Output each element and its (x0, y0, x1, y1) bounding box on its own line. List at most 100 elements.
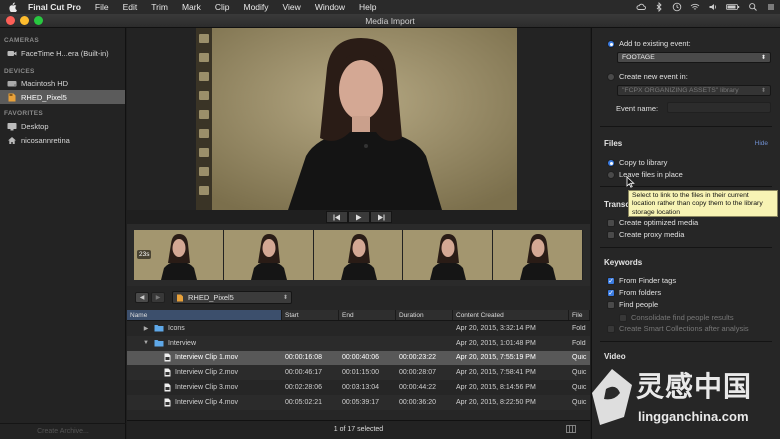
sidebar-item-facetime[interactable]: FaceTime H...era (Built-in) (0, 46, 125, 60)
consolidate-label: Consolidate find people results (631, 313, 734, 322)
filmstrip-area: 23s (127, 224, 590, 286)
menu-edit[interactable]: Edit (123, 2, 138, 12)
leave-files-in-place-radio[interactable]: Leave files in place (607, 170, 683, 179)
table-row[interactable]: Interview Clip 4.mov 00:05:02:21 00:05:3… (127, 394, 590, 410)
spotlight-icon[interactable] (748, 2, 758, 12)
table-row[interactable]: Interview Clip 1.mov 00:00:16:08 00:00:4… (127, 350, 590, 366)
row-start: 00:05:02:21 (285, 398, 322, 406)
apple-icon[interactable] (6, 1, 18, 13)
row-name: Interview (168, 339, 197, 347)
create-optimized-media-checkbox[interactable]: Create optimized media (607, 218, 698, 227)
clip-duration-badge: 23s (137, 250, 152, 259)
home-icon (8, 136, 16, 144)
previous-frame-button[interactable] (325, 211, 348, 223)
table-row[interactable]: Interview Clip 3.mov 00:02:28:06 00:03:1… (127, 380, 590, 395)
table-row[interactable]: ▼ Interview Apr 20, 2015, 1:01:48 PM Fol… (127, 335, 590, 351)
forward-button[interactable]: ▶ (151, 292, 165, 303)
leave-files-tooltip: Select to link to the files in their cur… (628, 190, 778, 217)
row-duration: 00:00:44:22 (399, 384, 436, 392)
sidebar-item-label: nicosannretina (21, 135, 70, 145)
checkbox-unchecked-icon (607, 300, 615, 309)
column-header-end[interactable]: End (339, 310, 396, 320)
row-start: 00:00:16:08 (285, 354, 322, 362)
row-created: Apr 20, 2015, 7:55:19 PM (456, 354, 536, 362)
row-name: Interview Clip 4.mov (175, 398, 239, 406)
location-label: RHED_Pixel5 (188, 293, 234, 302)
bluetooth-icon[interactable] (654, 2, 664, 12)
row-name: Icons (168, 324, 185, 332)
existing-event-popup[interactable]: FOOTAGE ⬍ (617, 52, 771, 63)
row-end: 00:03:13:04 (342, 384, 379, 392)
smart-collections-checkbox[interactable]: Create Smart Collections after analysis (607, 324, 749, 333)
column-header-duration[interactable]: Duration (396, 310, 453, 320)
back-button[interactable]: ◀ (135, 292, 149, 303)
row-duration: 00:00:36:20 (399, 398, 436, 406)
consolidate-people-checkbox[interactable]: Consolidate find people results (619, 313, 734, 322)
row-start: 00:00:46:17 (285, 369, 322, 377)
menu-mark[interactable]: Mark (182, 2, 201, 12)
cloud-icon[interactable] (636, 2, 646, 12)
disclosure-open-icon[interactable]: ▼ (142, 340, 150, 346)
sidebar-item-macintosh-hd[interactable]: Macintosh HD (0, 76, 125, 90)
battery-icon[interactable] (726, 2, 740, 12)
volume-icon[interactable] (708, 2, 718, 12)
menu-view[interactable]: View (283, 2, 301, 12)
new-event-library-popup[interactable]: "FCPX ORGANIZING ASSETS" library ⬍ (617, 85, 771, 96)
menu-app-name[interactable]: Final Cut Pro (28, 2, 81, 12)
find-people-checkbox[interactable]: Find people (607, 300, 658, 309)
column-header-name[interactable]: Name (127, 310, 282, 320)
row-file: Quic (572, 398, 587, 406)
copy-to-library-radio[interactable]: Copy to library (607, 158, 667, 167)
filmstrip[interactable]: 23s (134, 230, 583, 280)
sidebar-item-home[interactable]: nicosannretina (0, 133, 125, 147)
notification-center-icon[interactable] (766, 2, 776, 12)
column-header-file[interactable]: File (569, 310, 590, 320)
find-people-label: Find people (619, 300, 659, 309)
chevron-updown-icon: ⬍ (760, 55, 766, 61)
cameras-heading: CAMERAS (4, 37, 39, 44)
column-header-start[interactable]: Start (282, 310, 339, 320)
table-row[interactable]: ▶ Icons Apr 20, 2015, 3:32:14 PM Fold (127, 321, 590, 336)
window-title: Media Import (365, 16, 415, 26)
from-finder-tags-checkbox[interactable]: ✓ From Finder tags (607, 276, 676, 285)
checkbox-unchecked-icon (607, 230, 615, 239)
table-row[interactable]: Interview Clip 2.mov 00:00:46:17 00:01:1… (127, 365, 590, 381)
file-list-header: Name Start End Duration Content Created … (127, 310, 590, 321)
sidebar-item-label: FaceTime H...era (Built-in) (21, 48, 109, 58)
keywords-heading: Keywords (604, 258, 643, 267)
watermark-emblem-icon (592, 369, 632, 425)
video-preview[interactable] (196, 28, 517, 210)
time-machine-icon[interactable] (672, 2, 682, 12)
create-archive-button[interactable]: Create Archive... (0, 423, 126, 439)
radio-unselected-icon (607, 72, 615, 81)
existing-event-value: FOOTAGE (622, 54, 655, 61)
sidebar-item-desktop[interactable]: Desktop (0, 119, 125, 133)
location-popup[interactable]: RHED_Pixel5 ⬍ (172, 291, 292, 304)
column-header-content-created[interactable]: Content Created (453, 310, 569, 320)
from-folders-checkbox[interactable]: ✓ From folders (607, 288, 661, 297)
hide-files-link[interactable]: Hide (755, 140, 768, 147)
create-proxy-media-checkbox[interactable]: Create proxy media (607, 230, 684, 239)
disclosure-triangle-icon[interactable]: ▶ (142, 325, 150, 332)
favorites-heading: FAVORITES (4, 110, 44, 117)
menu-trim[interactable]: Trim (151, 2, 168, 12)
next-frame-button[interactable] (369, 211, 392, 223)
skip-forward-icon (377, 214, 384, 220)
wifi-icon[interactable] (690, 2, 700, 12)
add-to-existing-event-radio[interactable]: Add to existing event: (607, 39, 691, 48)
menu-window[interactable]: Window (315, 2, 345, 12)
create-new-event-radio[interactable]: Create new event in: (607, 72, 688, 81)
menu-help[interactable]: Help (359, 2, 376, 12)
new-event-library-value: "FCPX ORGANIZING ASSETS" library (622, 87, 739, 94)
menu-clip[interactable]: Clip (215, 2, 230, 12)
filmstrip-view-icon[interactable] (566, 425, 576, 433)
row-created: Apr 20, 2015, 8:22:50 PM (456, 398, 536, 406)
menu-modify[interactable]: Modify (243, 2, 268, 12)
checkbox-disabled-icon (619, 313, 627, 322)
event-name-field[interactable] (667, 102, 771, 113)
menu-file[interactable]: File (95, 2, 109, 12)
transport-controls (127, 210, 590, 224)
create-new-label: Create new event in: (619, 72, 688, 81)
sidebar-item-rhed-pixel5[interactable]: RHED_Pixel5 (0, 90, 125, 104)
play-button[interactable] (347, 211, 370, 223)
